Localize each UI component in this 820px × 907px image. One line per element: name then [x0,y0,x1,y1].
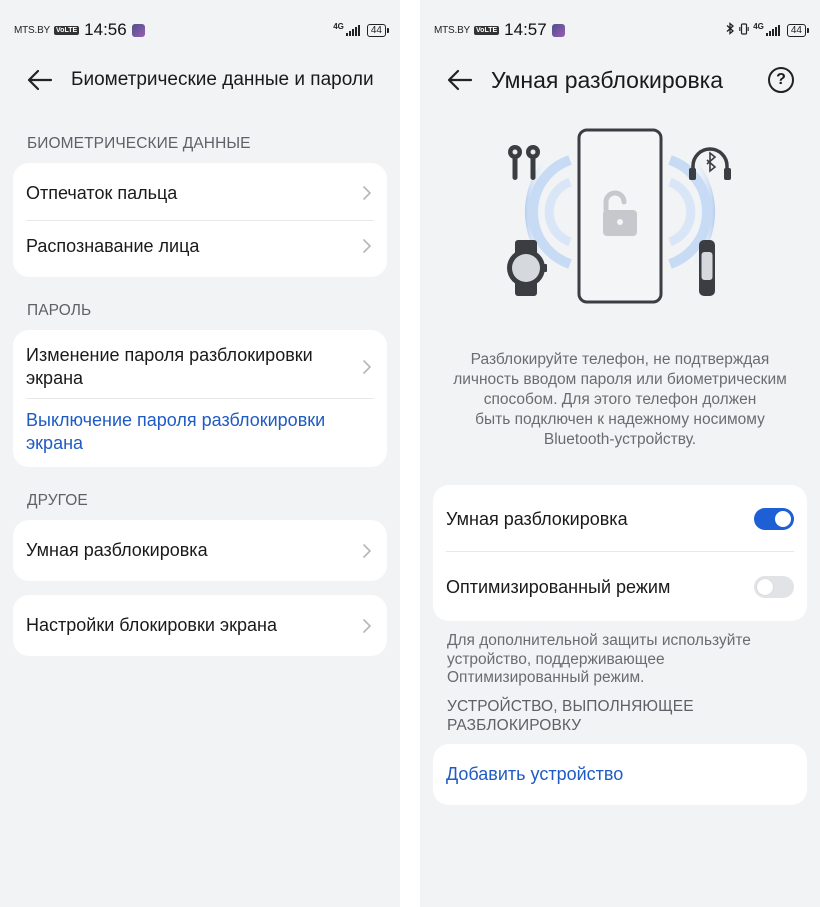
chevron-right-icon [360,618,374,633]
smart-unlock-illustration [475,122,765,312]
face-recognition-label: Распознавание лица [26,235,200,256]
volte-icon: VoLTE [474,25,500,35]
add-device-label: Добавить устройство [446,764,624,784]
lock-settings-card: Настройки блокировки экрана [13,595,387,656]
smart-unlock-item[interactable]: Умная разблокировка [26,530,374,571]
change-password-item[interactable]: Изменение пароля разблокировки экрана [26,342,374,392]
notification-app-icon [131,23,145,37]
chevron-right-icon [360,186,374,200]
section-label-password: ПАРОЛЬ [27,302,92,319]
description-line: быть подключен к надежному носимому [475,411,765,428]
fingerprint-item[interactable]: Отпечаток пальца [26,173,374,213]
clock: 14:57 [504,20,547,39]
add-device-button[interactable]: Добавить устройство [446,754,794,795]
smart-unlock-label: Умная разблокировка [26,540,208,560]
switch-knob [775,511,791,527]
network-type: 4G [753,21,764,31]
divider [446,551,794,552]
section-label-other: ДРУГОЕ [27,492,88,509]
signal-icon [345,24,360,36]
clock: 14:56 [84,20,127,39]
smart-unlock-toggle-label: Умная разблокировка [446,508,628,529]
description-line: Bluetooth-устройству. [543,431,697,448]
divider [26,398,374,399]
biometrics-passwords-screen: MTS.BY VoLTE 14:56 4G 44 Биометрические … [0,0,400,907]
fingerprint-label: Отпечаток пальца [26,182,178,203]
optimized-mode-toggle-row[interactable]: Оптимизированный режим [446,565,794,609]
app-bar: Биометрические данные и пароли [0,58,400,102]
section-label-line: УСТРОЙСТВО, ВЫПОЛНЯЮЩЕЕ [447,698,694,715]
carrier-label: MTS.BY [14,24,51,36]
smart-unlock-screen: MTS.BY VoLTE 14:57 4G 44 Умная разблокир… [420,0,820,907]
description-line: личность вводом пароля или биометрически… [453,371,787,388]
network-type: 4G [333,21,344,31]
signal-icon [765,24,780,36]
note-line: Оптимизированный режим. [447,669,645,686]
other-card: Умная разблокировка [13,520,387,581]
disable-password-label: Выключение пароля разблокировки экрана [26,410,326,453]
change-password-label: Изменение пароля разблокировки экрана [26,345,313,388]
face-recognition-item[interactable]: Распознавание лица [26,226,374,266]
chevron-right-icon [360,360,374,374]
lock-settings-label: Настройки блокировки экрана [26,615,277,635]
password-card: Изменение пароля разблокировки экрана Вы… [13,330,387,467]
app-bar: Умная разблокировка ? [420,58,820,102]
disable-password-item[interactable]: Выключение пароля разблокировки экрана [26,407,374,457]
add-device-card: Добавить устройство [433,744,807,805]
status-bar: MTS.BY VoLTE 14:56 4G 44 [14,18,390,42]
section-label-biometric: БИОМЕТРИЧЕСКИЕ ДАННЫЕ [27,135,251,152]
page-title: Умная разблокировка [491,66,724,93]
chevron-right-icon [360,543,374,558]
toggles-card: Умная разблокировка Оптимизированный реж… [433,485,807,621]
description-line: способом. Для этого телефон должен [483,391,757,408]
smart-unlock-description: Разблокируйте телефон, не подтверждая ли… [440,350,800,450]
carrier-label: MTS.BY [434,24,471,36]
optimized-mode-label: Оптимизированный режим [446,576,671,597]
description-line: Разблокируйте телефон, не подтверждая [470,351,770,368]
divider [26,220,374,221]
battery-icon: 44 [786,23,810,37]
volte-icon: VoLTE [54,25,80,35]
optimized-mode-note: Для дополнительной защиты используйте ус… [447,632,780,688]
chevron-right-icon [360,239,374,253]
lock-settings-item[interactable]: Настройки блокировки экрана [26,605,374,646]
optimized-mode-switch[interactable] [754,576,794,598]
notification-app-icon [551,23,565,37]
section-label-line: РАЗБЛОКИРОВКУ [447,716,582,734]
help-icon[interactable]: ? [768,67,794,93]
smart-unlock-switch[interactable] [754,508,794,530]
note-line: устройство, поддерживающее [447,650,665,668]
smart-unlock-toggle-row[interactable]: Умная разблокировка [446,497,794,541]
page-title: Биометрические данные и пароли [71,69,374,90]
status-bar: MTS.BY VoLTE 14:57 4G 44 [434,18,810,42]
back-arrow-icon[interactable] [446,66,474,94]
battery-icon: 44 [366,23,390,37]
vibrate-icon [739,22,749,38]
switch-knob [757,579,773,595]
section-label-unlock-devices: УСТРОЙСТВО, ВЫПОЛНЯЮЩЕЕ РАЗБЛОКИРОВКУ [447,698,747,735]
note-line: Для дополнительной защиты используйте [447,632,751,649]
fitness-band-icon [699,240,715,296]
back-arrow-icon[interactable] [26,66,54,94]
bluetooth-icon [726,22,735,38]
wearables-unlock-illustration [507,128,731,304]
earbuds-icon [508,145,540,180]
biometric-card: Отпечаток пальца Распознавание лица [13,163,387,277]
